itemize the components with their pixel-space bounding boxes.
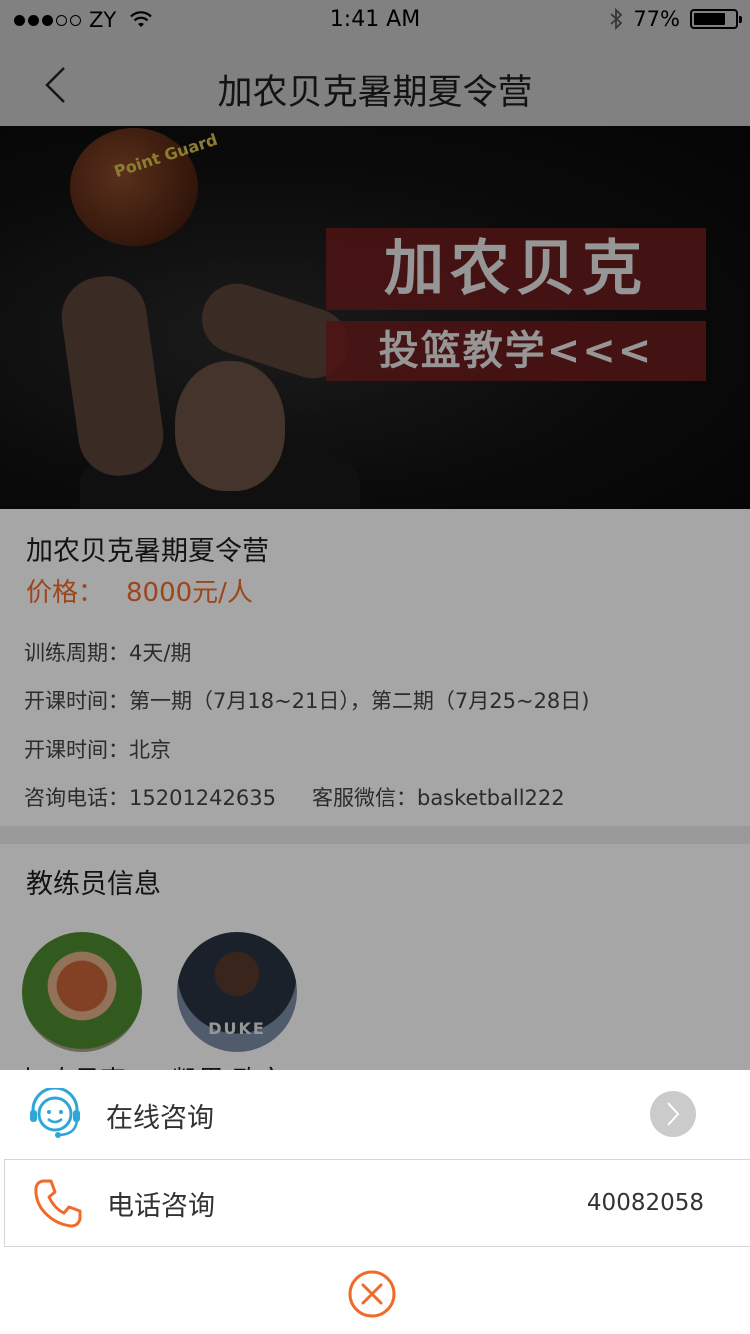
service-phone-number[interactable]: 40082058 <box>587 1190 704 1216</box>
online-consult-arrow[interactable] <box>650 1091 696 1137</box>
phone-icon <box>34 1179 82 1228</box>
contact-action-sheet: 在线咨询 电话咨询 40082058 <box>0 1070 750 1334</box>
close-sheet-button[interactable] <box>346 1268 398 1320</box>
online-consult-row[interactable]: 在线咨询 <box>0 1070 750 1160</box>
headset-icon <box>30 1088 80 1138</box>
phone-consult-row[interactable]: 电话咨询 40082058 <box>4 1159 750 1247</box>
phone-consult-label: 电话咨询 <box>107 1190 215 1222</box>
chevron-right-icon <box>667 1102 680 1126</box>
close-circle-icon <box>348 1270 396 1318</box>
online-consult-label: 在线咨询 <box>106 1102 214 1134</box>
